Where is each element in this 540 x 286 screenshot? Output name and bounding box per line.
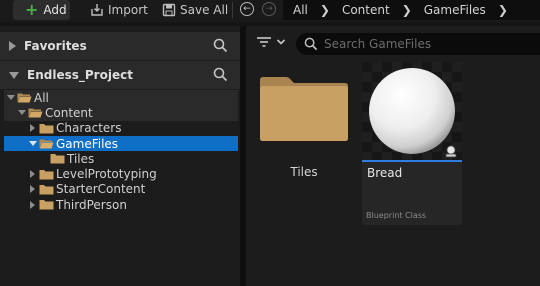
blueprint-badge-icon — [445, 145, 457, 158]
back-button[interactable]: ← — [240, 2, 254, 16]
collapse-arrow-icon[interactable] — [28, 170, 37, 179]
folder-tile-label: Tiles — [290, 165, 318, 179]
search-icon[interactable] — [213, 67, 228, 82]
arrow-right-icon: → — [265, 3, 273, 14]
asset-view-panel: Tiles Bread Blueprin — [246, 26, 540, 286]
project-title: Endless_Project — [27, 68, 133, 82]
asset-type-color-bar — [362, 160, 462, 162]
tree-item-all[interactable]: All — [4, 90, 238, 106]
asset-name: Bread — [367, 166, 403, 180]
add-button[interactable]: + Add — [13, 0, 70, 20]
collapse-arrow-icon — [9, 41, 16, 51]
tree-item-thirdperson[interactable]: ThirdPerson — [4, 197, 238, 212]
breadcrumb-item-gamefiles[interactable]: GameFiles — [424, 3, 486, 17]
arrow-left-icon: ← — [243, 3, 251, 14]
content-browser-toolbar: + Add Import Save All ← → All ❯ Content … — [0, 0, 540, 22]
folder-icon — [39, 184, 54, 195]
breadcrumb: All ❯ Content ❯ GameFiles ❯ — [283, 0, 540, 20]
breadcrumb-item-all[interactable]: All — [293, 3, 308, 17]
import-icon — [91, 4, 103, 16]
folder-tree: All Content Characters GameFiles Tiles L… — [4, 90, 238, 212]
sources-panel: Favorites Endless_Project All Content Ch… — [0, 26, 240, 286]
tree-item-label: All — [34, 90, 49, 105]
tree-item-gamefiles[interactable]: GameFiles — [4, 135, 238, 152]
collapse-arrow-icon[interactable] — [28, 185, 37, 194]
add-button-label: Add — [43, 3, 67, 17]
chevron-right-icon[interactable]: ❯ — [320, 3, 330, 17]
tree-item-content[interactable]: Content — [4, 105, 238, 121]
collapse-arrow-icon[interactable] — [28, 124, 37, 133]
asset-tile-bread[interactable]: Bread Blueprint Class — [362, 62, 462, 225]
folder-tile-tiles[interactable]: Tiles — [258, 72, 350, 192]
forward-button[interactable]: → — [262, 2, 276, 16]
folder-icon — [260, 77, 348, 141]
folder-open-icon — [28, 108, 43, 118]
asset-search-box — [296, 33, 540, 55]
filter-icon — [257, 37, 271, 47]
filter-button[interactable] — [256, 36, 286, 48]
folder-icon — [39, 123, 54, 134]
search-icon[interactable] — [213, 38, 228, 53]
tree-item-startercontent[interactable]: StarterContent — [4, 182, 238, 197]
save-icon — [162, 3, 176, 17]
tree-item-label: Characters — [56, 121, 122, 136]
chevron-right-icon[interactable]: ❯ — [498, 3, 508, 17]
tree-item-levelprototyping[interactable]: LevelPrototyping — [4, 166, 238, 181]
folder-icon — [50, 154, 65, 164]
import-button[interactable]: Import — [90, 0, 148, 20]
tree-item-characters[interactable]: Characters — [4, 121, 238, 136]
project-header[interactable]: Endless_Project — [0, 61, 240, 89]
folder-icon — [39, 169, 54, 180]
tree-item-label: LevelPrototyping — [56, 167, 157, 182]
import-button-label: Import — [108, 3, 148, 17]
search-input[interactable] — [324, 37, 524, 51]
tree-item-tiles[interactable]: Tiles — [4, 151, 238, 166]
tree-item-label: ThirdPerson — [56, 197, 127, 212]
favorites-title: Favorites — [24, 39, 87, 53]
expand-arrow-icon — [9, 71, 19, 79]
tree-item-label: Tiles — [67, 151, 95, 166]
chevron-right-icon[interactable]: ❯ — [402, 3, 412, 17]
tree-item-label: Content — [45, 105, 93, 120]
save-all-button[interactable]: Save All — [162, 0, 228, 20]
folder-open-icon — [17, 93, 32, 103]
expand-arrow-icon[interactable] — [28, 141, 37, 147]
plus-icon: + — [25, 0, 39, 19]
tree-item-label: GameFiles — [56, 136, 119, 151]
tree-item-label: StarterContent — [56, 182, 146, 197]
collapse-arrow-icon[interactable] — [28, 200, 37, 209]
expand-arrow-icon[interactable] — [6, 95, 15, 101]
folder-icon — [39, 200, 54, 210]
toolbar-divider — [232, 2, 233, 18]
favorites-header[interactable]: Favorites — [0, 32, 240, 60]
asset-type: Blueprint Class — [366, 211, 427, 220]
search-icon — [304, 37, 318, 51]
breadcrumb-item-content[interactable]: Content — [342, 3, 390, 17]
save-all-button-label: Save All — [180, 3, 229, 17]
folder-open-icon — [39, 139, 54, 149]
expand-arrow-icon[interactable] — [17, 110, 26, 116]
chevron-down-icon — [276, 39, 286, 45]
asset-thumbnail — [362, 62, 462, 160]
